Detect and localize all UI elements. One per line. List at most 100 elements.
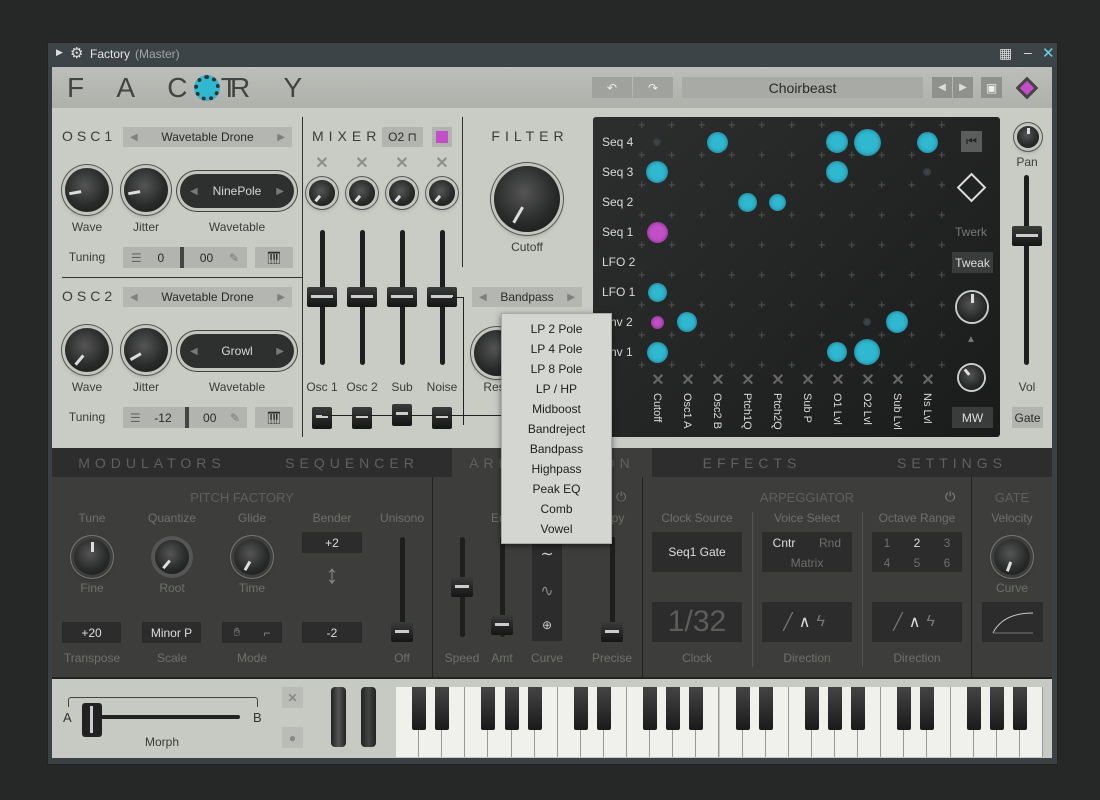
black-key[interactable] xyxy=(804,687,819,730)
matrix-mod-dot[interactable] xyxy=(706,131,728,153)
mixer-sub-fader-handle[interactable] xyxy=(387,287,417,307)
matrix-clear-icon[interactable]: ✕ xyxy=(681,370,694,390)
mod-wheel[interactable] xyxy=(361,687,376,747)
amt-fader-handle[interactable] xyxy=(491,615,513,635)
matrix-mod-dot[interactable] xyxy=(646,221,668,243)
matrix-mod-dot[interactable] xyxy=(646,161,668,183)
octave-option-1[interactable]: 1 xyxy=(884,536,891,550)
filter-menu-item[interactable]: Peak EQ xyxy=(502,479,611,499)
morph-slider-handle[interactable] xyxy=(82,703,102,737)
black-key[interactable] xyxy=(966,687,981,730)
save-button[interactable]: ▣ xyxy=(981,77,1002,98)
mixer-osc1-fader-handle[interactable] xyxy=(307,287,337,307)
transpose-field[interactable]: +20 xyxy=(62,622,121,643)
gate-button[interactable]: Gate xyxy=(1012,407,1043,428)
mixer-sub-knob[interactable] xyxy=(389,180,415,206)
filter-menu-item[interactable]: Vowel xyxy=(502,519,611,539)
power-icon[interactable]: ⏻ xyxy=(616,489,626,505)
filter-menu-item[interactable]: Bandpass xyxy=(502,439,611,459)
expand-arrow-icon[interactable]: ▶ xyxy=(56,47,63,58)
matrix-mod-dot[interactable] xyxy=(863,318,871,326)
clock-source-select[interactable]: Seq1 Gate xyxy=(652,532,742,572)
mixer-osc1-knob[interactable] xyxy=(309,180,335,206)
filter-menu-item[interactable]: Midboost xyxy=(502,399,611,419)
black-key[interactable] xyxy=(989,687,1004,730)
hand-icon[interactable]: ✋︎ xyxy=(234,625,241,640)
black-key[interactable] xyxy=(828,687,843,730)
osc2-keyboard-button[interactable]: 🎹︎ xyxy=(255,407,293,428)
osc2-fine-value[interactable]: 00 xyxy=(203,411,216,425)
matrix-mod-dot[interactable] xyxy=(737,192,757,212)
filter-cutoff-knob[interactable] xyxy=(494,166,560,232)
osc2-coarse-value[interactable]: -12 xyxy=(154,411,171,425)
velocity-curve-knob[interactable] xyxy=(994,539,1030,575)
black-key[interactable] xyxy=(689,687,704,730)
next-icon[interactable]: ▶ xyxy=(277,132,285,143)
mixer-osc2-knob[interactable] xyxy=(349,180,375,206)
black-key[interactable] xyxy=(412,687,427,730)
black-key[interactable] xyxy=(1012,687,1027,730)
mixer-osc1-route-switch[interactable] xyxy=(312,407,332,429)
filter-menu-item[interactable]: Highpass xyxy=(502,459,611,479)
osc2-jitter-knob[interactable] xyxy=(124,328,168,372)
minimize-icon[interactable]: – xyxy=(1024,44,1032,60)
pan-knob[interactable] xyxy=(1017,126,1039,148)
tweak-button[interactable]: Tweak xyxy=(952,252,993,273)
matrix-reset-button[interactable]: ⏮ xyxy=(961,131,982,152)
matrix-mod-dot[interactable] xyxy=(854,339,880,365)
glide-time-knob[interactable] xyxy=(234,539,270,575)
mixer-osc2-route-switch[interactable] xyxy=(352,407,372,429)
osc1-tuning-field[interactable]: ☰ 0 00 ✎ xyxy=(123,247,247,268)
octave-option-6[interactable]: 6 xyxy=(944,556,951,570)
black-key[interactable] xyxy=(735,687,750,730)
mixer-noise-route-switch[interactable] xyxy=(432,407,452,429)
precise-fader-handle[interactable] xyxy=(601,622,623,642)
matrix-mod-dot[interactable] xyxy=(650,315,664,329)
osc2-wave-knob[interactable] xyxy=(65,328,109,372)
bend-down-field[interactable]: -2 xyxy=(302,622,362,643)
osc1-wavetable-select[interactable]: ◀ NinePole ▶ xyxy=(180,174,294,208)
prev-icon[interactable]: ◀ xyxy=(130,132,138,143)
plus-minus-icon[interactable]: ⊕ xyxy=(542,618,552,632)
vol-fader-handle[interactable] xyxy=(1012,226,1042,246)
mixer-color-button[interactable] xyxy=(432,127,452,147)
black-key[interactable] xyxy=(897,687,912,730)
black-key[interactable] xyxy=(504,687,519,730)
mixer-osc2-fader-handle[interactable] xyxy=(347,287,377,307)
octave-option-5[interactable]: 5 xyxy=(914,556,921,570)
matrix-clear-icon[interactable]: ✕ xyxy=(651,370,664,390)
filter-menu-item[interactable]: Comb xyxy=(502,499,611,519)
filter-menu-item[interactable]: LP 2 Pole xyxy=(502,319,611,339)
tab-settings[interactable]: SETTINGS xyxy=(852,448,1052,477)
undo-button[interactable]: ↶ xyxy=(592,77,632,98)
matrix-mod-dot[interactable] xyxy=(853,128,881,156)
filter-type-select[interactable]: ◀ Bandpass ▶ xyxy=(472,287,582,307)
black-key[interactable] xyxy=(758,687,773,730)
voice-option-cntr[interactable]: Cntr xyxy=(773,536,796,550)
matrix-amount-knob[interactable] xyxy=(957,292,987,322)
octave-option-2[interactable]: 2 xyxy=(914,536,921,550)
velocity-curve-display[interactable] xyxy=(982,602,1043,642)
title-bar[interactable]: ▶ ⚙ Factory (Master) ▦ – ✕ xyxy=(48,43,1057,65)
speed-fader-handle[interactable] xyxy=(451,577,473,597)
osc2-tuning-field[interactable]: ☰ -12 00 ✎ xyxy=(123,407,247,428)
osc2-wavetable-select[interactable]: ◀ Growl ▶ xyxy=(180,334,294,368)
filter-menu-item[interactable]: Bandreject xyxy=(502,419,611,439)
osc1-jitter-knob[interactable] xyxy=(124,168,168,212)
redo-button[interactable]: ↷ xyxy=(633,77,673,98)
black-key[interactable] xyxy=(920,687,935,730)
matrix-mod-dot[interactable] xyxy=(826,161,848,183)
osc1-preset-select[interactable]: ◀ Wavetable Drone ▶ xyxy=(123,127,292,147)
black-key[interactable] xyxy=(573,687,588,730)
curve-selector[interactable]: ∼ ∿ ⊕ xyxy=(532,535,562,641)
black-key[interactable] xyxy=(666,687,681,730)
black-key[interactable] xyxy=(643,687,658,730)
mw-button[interactable]: MW xyxy=(952,407,993,428)
mute-x-icon[interactable]: ✕ xyxy=(395,153,408,173)
matrix-mod-dot[interactable] xyxy=(923,168,931,176)
tab-modulators[interactable]: MODULATORS xyxy=(52,448,252,477)
matrix-clear-icon[interactable]: ✕ xyxy=(801,370,814,390)
tab-effects[interactable]: EFFECTS xyxy=(652,448,852,477)
matrix-clear-icon[interactable]: ✕ xyxy=(831,370,844,390)
mixer-noise-knob[interactable] xyxy=(429,180,455,206)
